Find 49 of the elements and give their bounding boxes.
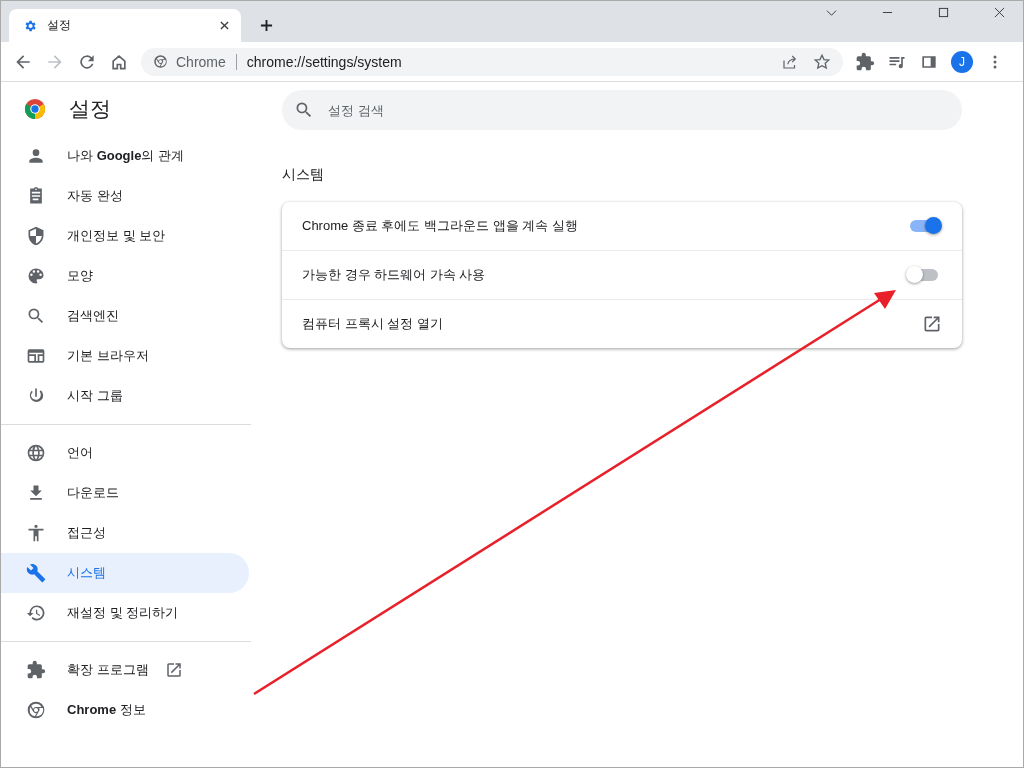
tab-title: 설정 bbox=[47, 17, 72, 34]
chrome-logo-icon bbox=[24, 98, 46, 120]
setting-label: 가능한 경우 하드웨어 가속 사용 bbox=[302, 266, 486, 284]
plus-icon[interactable] bbox=[260, 19, 273, 32]
sidebar-item[interactable]: 자동 완성 bbox=[1, 176, 249, 216]
settings-title: 설정 bbox=[69, 96, 111, 122]
sidebar-item[interactable]: 개인정보 및 보안 bbox=[1, 216, 249, 256]
profile-avatar[interactable]: J bbox=[951, 50, 973, 73]
sidebar-item[interactable]: 검색엔진 bbox=[1, 296, 249, 336]
globe-icon bbox=[26, 443, 46, 463]
person-icon bbox=[26, 146, 46, 166]
sidebar-item[interactable]: 재설정 및 정리하기 bbox=[1, 593, 249, 633]
star-icon[interactable] bbox=[813, 52, 831, 71]
shield-icon bbox=[26, 226, 46, 246]
chevron-down-icon[interactable] bbox=[826, 7, 837, 18]
setting-label: Chrome 종료 후에도 백그라운드 앱을 계속 실행 bbox=[302, 217, 578, 235]
sidebar-item[interactable]: 언어 bbox=[1, 433, 249, 473]
external-link-icon[interactable] bbox=[922, 314, 942, 334]
sidebar-item[interactable]: 나와 Google의 관계 bbox=[1, 136, 249, 176]
setting-label: 컴퓨터 프록시 설정 열기 bbox=[302, 315, 443, 333]
address-bar[interactable]: Chrome chrome://settings/system bbox=[141, 47, 843, 76]
history-icon bbox=[26, 603, 46, 623]
search-icon bbox=[294, 100, 314, 120]
gear-icon bbox=[23, 18, 37, 33]
chrome-icon bbox=[26, 700, 46, 720]
palette-icon bbox=[26, 266, 46, 286]
sidebar-item[interactable]: 시작 그룹 bbox=[1, 376, 249, 416]
wrench-icon bbox=[26, 563, 46, 583]
puzzle-piece-icon[interactable] bbox=[855, 51, 875, 72]
section-title: 시스템 bbox=[282, 166, 325, 184]
browser-tab[interactable]: 설정 bbox=[9, 9, 241, 42]
browser-window-icon bbox=[26, 346, 46, 366]
chrome-icon bbox=[153, 54, 168, 69]
sidebar-item[interactable]: Chrome 정보 bbox=[1, 690, 249, 730]
sidebar-item[interactable]: 접근성 bbox=[1, 513, 249, 553]
sidebar-item[interactable]: 확장 프로그램 bbox=[1, 650, 249, 690]
url-text: chrome://settings/system bbox=[246, 53, 402, 70]
puzzle-piece-icon bbox=[26, 660, 46, 680]
close-icon[interactable] bbox=[220, 21, 229, 30]
site-label: Chrome bbox=[176, 53, 226, 70]
accessibility-icon bbox=[26, 523, 46, 543]
sidebar-item[interactable]: 모양 bbox=[1, 256, 249, 296]
sidebar-item[interactable]: 다운로드 bbox=[1, 473, 249, 513]
search-icon bbox=[26, 306, 46, 326]
sidebar-item[interactable]: 시스템 bbox=[1, 553, 249, 593]
sidebar-item[interactable]: 기본 브라우저 bbox=[1, 336, 249, 376]
search-field[interactable]: 설정 검색 bbox=[282, 90, 962, 130]
close-icon[interactable] bbox=[994, 7, 1005, 18]
maximize-icon[interactable] bbox=[938, 7, 949, 18]
